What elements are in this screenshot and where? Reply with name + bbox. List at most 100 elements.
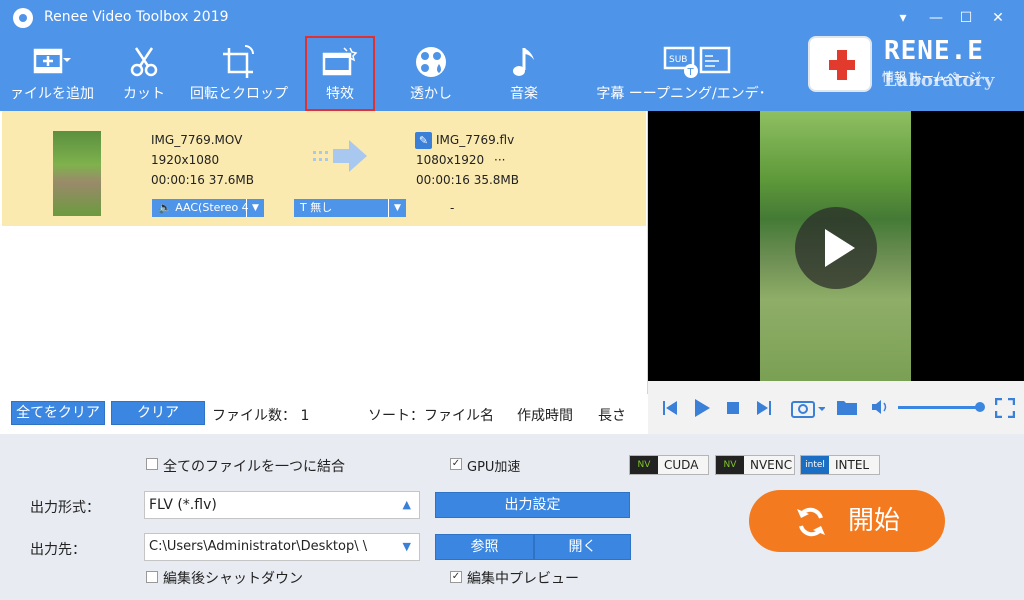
play-icon[interactable]	[692, 398, 712, 418]
output-format-select[interactable]: FLV (*.flv) ▲	[144, 491, 420, 519]
nvidia-icon: NV	[716, 456, 744, 474]
plus-cross-icon	[829, 50, 855, 80]
opening-ending-icon	[699, 46, 731, 74]
app-title: Renee Video Toolbox 2019	[44, 9, 229, 25]
chevron-down-icon: ▼	[246, 199, 264, 217]
output-meta: 00:00:16 35.8MB	[416, 173, 520, 187]
source-filename: IMG_7769.MOV	[151, 133, 243, 147]
app-logo-icon	[13, 8, 33, 28]
play-overlay-button[interactable]	[795, 207, 877, 289]
add-file-button[interactable]: ァイルを追加	[0, 36, 104, 108]
start-button[interactable]: 開始	[749, 490, 945, 552]
preview-checkbox[interactable]: ✓	[450, 571, 462, 583]
watermark-button[interactable]: 透かし	[400, 36, 462, 108]
rotate-crop-label: 回転とクロップ	[190, 86, 288, 102]
sort-by-length[interactable]: 長さ	[598, 405, 626, 425]
watermark-label: 透かし	[410, 86, 452, 102]
intel-label: INTEL	[835, 458, 870, 472]
file-list: IMG_7769.MOV 1920x1080 00:00:16 37.6MB ✎…	[0, 111, 648, 394]
crop-rotate-icon	[223, 45, 254, 78]
info-homepage-link[interactable]: 情報 ホームページ	[882, 68, 981, 85]
output-resolution: 1080x1920	[416, 153, 485, 167]
text-icon: T	[300, 201, 311, 214]
source-resolution: 1920x1080	[151, 153, 220, 167]
rotate-crop-button[interactable]: 回転とクロップ	[185, 36, 293, 108]
nvenc-badge: NV NVENC	[715, 455, 795, 475]
cut-button[interactable]: カット	[110, 36, 178, 108]
subtitle-button[interactable]: SUB T 字幕 ーープニング/エンデ･	[596, 36, 766, 108]
add-file-label: ァイルを追加	[10, 86, 94, 102]
brand-box	[808, 36, 872, 92]
video-thumbnail	[53, 131, 101, 216]
output-settings-button[interactable]: 出力設定	[435, 492, 630, 518]
skip-forward-icon[interactable]	[756, 399, 772, 417]
maximize-button[interactable]: ☐	[955, 8, 977, 28]
watermark-icon	[416, 47, 446, 77]
brand-name: RENE.E	[884, 36, 984, 66]
effects-icon	[322, 47, 358, 76]
gpu-label: GPU加速	[467, 460, 521, 475]
volume-icon[interactable]	[871, 399, 889, 415]
output-filename: IMG_7769.flv	[436, 133, 515, 147]
subtitle-value: 無し	[310, 201, 333, 214]
opening-ending-button[interactable]	[690, 36, 740, 108]
effects-button[interactable]: 特效	[305, 36, 375, 111]
edit-output-icon[interactable]: ✎	[415, 132, 432, 149]
folder-icon[interactable]	[836, 398, 858, 416]
menu-dropdown-button[interactable]: ▾	[892, 8, 914, 28]
open-folder-button[interactable]: 開く	[534, 534, 631, 560]
title-bar: Renee Video Toolbox 2019 ▾ — ☐ ✕	[0, 0, 1024, 36]
cut-label: カット	[123, 86, 165, 102]
chevron-up-icon: ▲	[402, 498, 411, 511]
chevron-down-icon: ▼	[388, 199, 406, 217]
stop-icon[interactable]	[727, 402, 739, 414]
fullscreen-icon[interactable]	[995, 398, 1015, 418]
intel-icon: intel	[801, 456, 829, 474]
preview-label: 編集中プレビュー	[467, 571, 579, 587]
chevron-down-icon: ▼	[402, 540, 411, 553]
volume-slider-handle[interactable]	[975, 402, 985, 412]
close-button[interactable]: ✕	[987, 8, 1009, 28]
subtitle-dropdown[interactable]: T 無し ▼	[294, 199, 406, 217]
video-preview	[648, 111, 1024, 381]
file-row[interactable]: IMG_7769.MOV 1920x1080 00:00:16 37.6MB ✎…	[2, 111, 646, 226]
refresh-icon	[796, 507, 825, 536]
minimize-button[interactable]: —	[925, 8, 947, 28]
browse-button[interactable]: 参照	[435, 534, 534, 560]
output-destination-value: C:\Users\Administrator\Desktop\ \	[149, 539, 368, 554]
output-more-button[interactable]: ···	[494, 153, 505, 167]
add-file-icon	[33, 48, 71, 74]
camera-icon[interactable]	[791, 397, 825, 419]
output-format-value: FLV (*.flv)	[149, 497, 217, 513]
music-label: 音楽	[510, 86, 538, 102]
intel-badge: intel INTEL	[800, 455, 880, 475]
brand-logo: RENE.E Laboratory 情報 ホームページ	[808, 36, 1008, 106]
sort-by-filename[interactable]: ソート：ファイル名	[368, 405, 494, 425]
clear-button[interactable]: クリア	[111, 401, 205, 425]
sort-by-created[interactable]: 作成時間	[517, 405, 573, 425]
music-icon	[513, 48, 534, 76]
audio-track-dropdown[interactable]: 🔈 AAC(Stereo 4 ▼	[152, 199, 264, 217]
effects-label: 特效	[326, 86, 354, 102]
output-destination-label: 出力先：	[30, 542, 86, 558]
cuda-label: CUDA	[664, 458, 699, 472]
merge-checkbox[interactable]	[146, 458, 158, 470]
music-button[interactable]: 音楽	[494, 36, 554, 108]
nvenc-label: NVENC	[750, 458, 793, 472]
gpu-checkbox[interactable]: ✓	[450, 458, 462, 470]
output-format-label: 出力形式：	[30, 500, 100, 516]
clear-all-button[interactable]: 全てをクリア	[11, 401, 105, 425]
start-label: 開始	[847, 506, 900, 536]
volume-slider[interactable]	[898, 406, 978, 409]
header-bar: Renee Video Toolbox 2019 ▾ — ☐ ✕ ァイルを追加 …	[0, 0, 1024, 111]
nvidia-icon: NV	[630, 456, 658, 474]
file-count: ファイル数： 1	[212, 408, 310, 424]
output-destination-select[interactable]: C:\Users\Administrator\Desktop\ \ ▼	[144, 533, 420, 561]
convert-arrow-icon	[313, 140, 367, 172]
merge-label: 全てのファイルを一つに結合	[163, 459, 345, 475]
speaker-icon: 🔈	[158, 201, 172, 214]
skip-back-icon[interactable]	[662, 399, 678, 417]
svg-text:SUB: SUB	[669, 55, 687, 65]
cuda-badge: NV CUDA	[629, 455, 709, 475]
shutdown-checkbox[interactable]	[146, 571, 158, 583]
